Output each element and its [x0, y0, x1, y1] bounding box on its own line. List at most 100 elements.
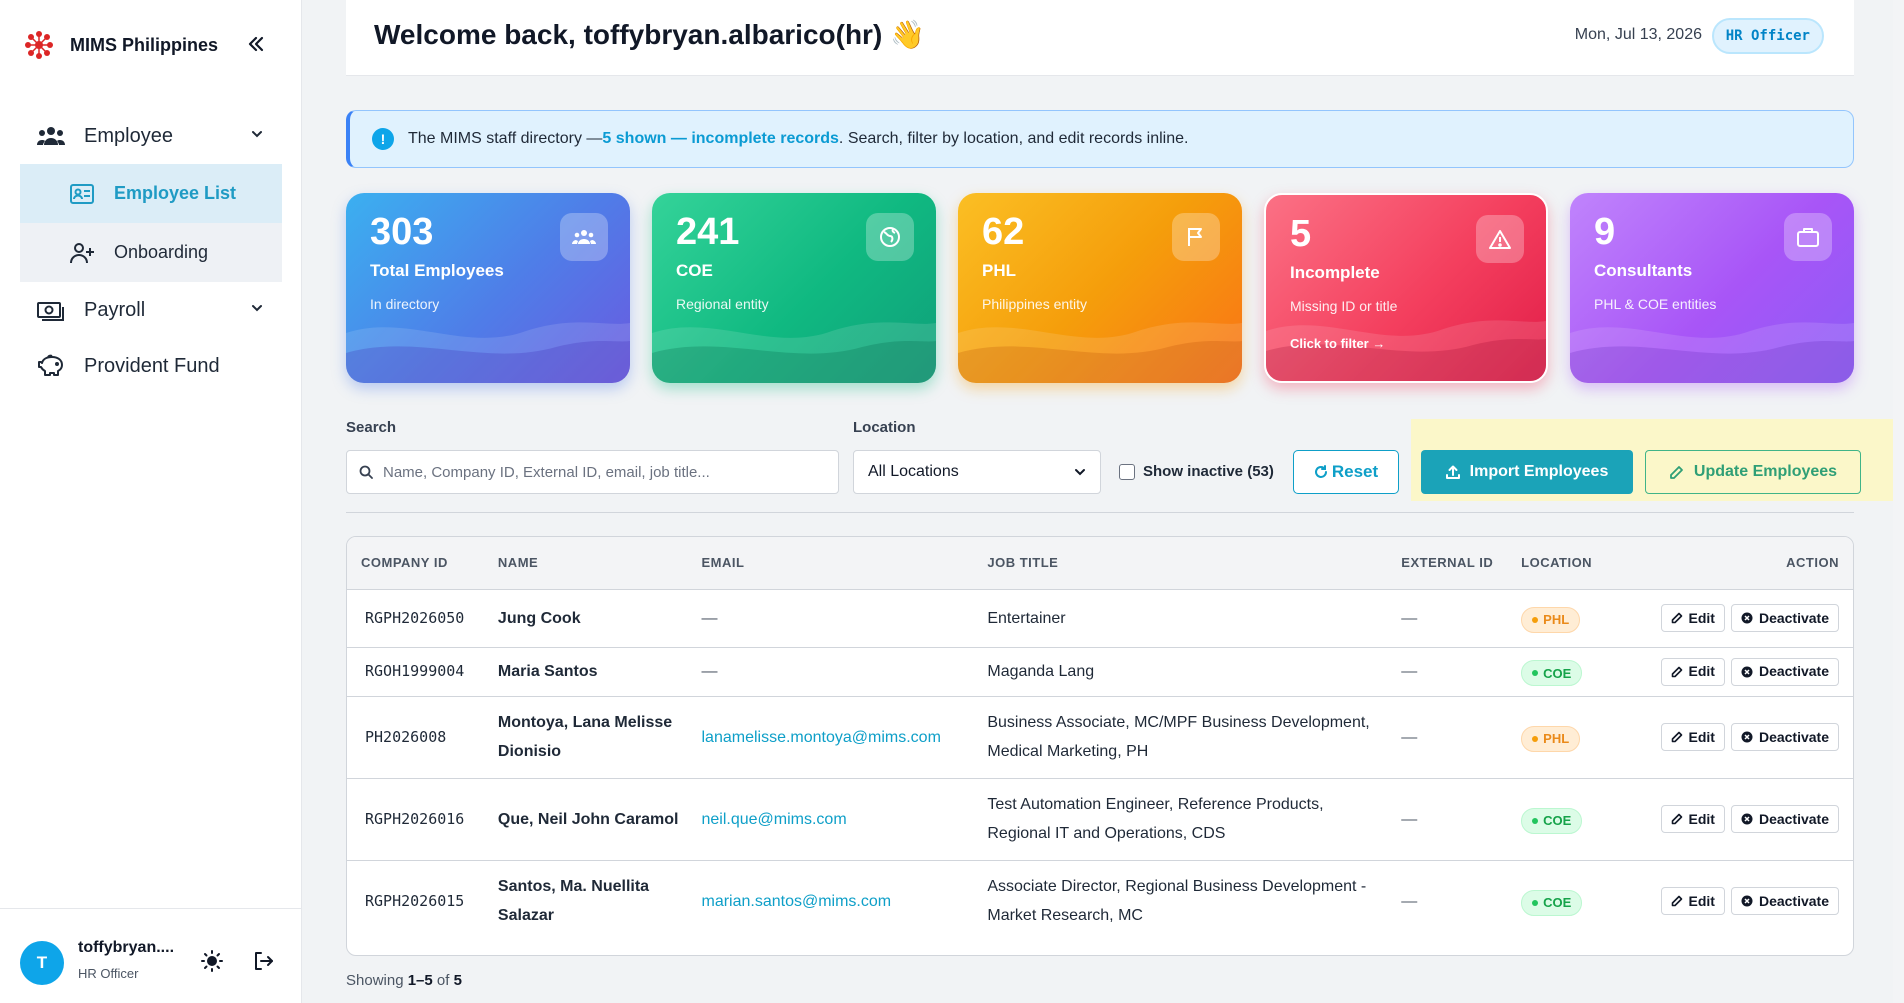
import-employees-button[interactable]: Import Employees — [1421, 450, 1633, 494]
info-banner: ! The MIMS staff directory — 5 shown — i… — [346, 110, 1854, 168]
table-row: RGPH2026016 Que, Neil John Caramol neil.… — [347, 778, 1853, 861]
email-cell[interactable]: lanamelisse.montoya@mims.com — [687, 696, 974, 779]
location-cell: PHL — [1507, 589, 1608, 648]
deactivate-button[interactable]: Deactivate — [1730, 657, 1839, 686]
status-dot — [1532, 735, 1539, 742]
logout-icon — [255, 952, 273, 970]
sidebar-item-employee-list[interactable]: Employee List — [20, 164, 282, 223]
card-title: Total Employees — [370, 261, 504, 280]
theme-toggle-button[interactable] — [197, 946, 227, 976]
name-cell: Que, Neil John Caramol — [483, 778, 688, 861]
sidebar-item-onboarding[interactable]: Onboarding — [20, 223, 282, 282]
location-badge-label: PHL — [1543, 612, 1570, 627]
sidebar-item-employee[interactable]: Employee — [20, 108, 282, 164]
card-title: COE — [676, 261, 713, 280]
action-cell: Edit Deactivate — [1607, 589, 1853, 648]
deactivate-button[interactable]: Deactivate — [1730, 723, 1839, 751]
location-cell: COE — [1507, 860, 1607, 942]
chevron-down-icon — [1075, 469, 1085, 476]
card-subtitle: Philippines entity — [982, 296, 1088, 312]
globe-icon — [866, 213, 914, 261]
chevron-down-icon — [252, 305, 262, 312]
edit-button[interactable]: Edit — [1660, 887, 1725, 916]
logout-button[interactable] — [248, 946, 278, 976]
edit-button[interactable]: Edit — [1660, 723, 1725, 751]
collapse-sidebar-button[interactable] — [242, 30, 270, 58]
reset-label: Reset — [1331, 462, 1379, 481]
pencil-icon — [1671, 666, 1682, 677]
showing-range: 1–5 — [407, 972, 433, 989]
edit-button[interactable]: Edit — [1660, 657, 1725, 686]
column-header[interactable]: NAME — [483, 537, 688, 590]
deactivate-button[interactable]: Deactivate — [1730, 887, 1839, 916]
table-row: RGOH1999004 Maria Santos — Maganda Lang … — [347, 647, 1853, 697]
deactivate-label: Deactivate — [1758, 892, 1829, 909]
show-inactive-checkbox[interactable] — [1119, 463, 1135, 480]
search-input[interactable] — [383, 463, 823, 481]
sidebar-item-provident-fund[interactable]: Provident Fund — [20, 338, 282, 394]
location-badge: PHL — [1521, 725, 1581, 752]
status-dot — [1532, 670, 1539, 676]
card-title: Consultants — [1594, 261, 1693, 280]
column-header[interactable]: LOCATION — [1507, 537, 1608, 590]
table-row: PH2026008 Montoya, Lana Melisse Dionisio… — [347, 696, 1853, 779]
card-subtitle: In directory — [370, 296, 440, 312]
edit-label: Edit — [1688, 609, 1715, 626]
stat-card-coe[interactable]: 241 COE Regional entity — [652, 193, 936, 383]
external-id-cell: — — [1401, 892, 1418, 910]
page-header: Welcome back, toffybryan.albarico(hr) 👋 … — [346, 0, 1854, 76]
pencil-icon — [1670, 465, 1683, 479]
job-title-cell: Entertainer — [973, 589, 1388, 648]
email-cell[interactable]: marian.santos@mims.com — [687, 860, 973, 942]
column-header[interactable]: JOB TITLE — [973, 537, 1388, 590]
brand[interactable]: MIMS Philippines — [22, 28, 218, 62]
x-circle-icon — [1741, 612, 1753, 624]
piggy-bank-icon — [36, 351, 66, 381]
x-circle-icon — [1741, 895, 1753, 907]
job-title-cell: Associate Director, Regional Business De… — [987, 878, 1367, 925]
showing-total: 5 — [453, 972, 462, 989]
deactivate-button[interactable]: Deactivate — [1730, 805, 1839, 833]
sidebar-item-payroll[interactable]: Payroll — [20, 282, 282, 338]
user-plus-icon — [68, 239, 96, 267]
search-icon — [359, 465, 373, 479]
update-employees-button[interactable]: Update Employees — [1645, 450, 1861, 494]
deactivate-button[interactable]: Deactivate — [1730, 604, 1839, 632]
sidebar-item-label: Onboarding — [114, 242, 209, 262]
edit-button[interactable]: Edit — [1660, 805, 1725, 833]
pencil-icon — [1671, 612, 1682, 624]
search-field[interactable] — [346, 450, 839, 494]
card-value: 303 — [370, 211, 434, 253]
pencil-icon — [1671, 895, 1682, 907]
card-subtitle: Missing ID or title — [1290, 298, 1398, 314]
card-value: 5 — [1290, 213, 1312, 255]
show-inactive-toggle[interactable]: Show inactive (53) — [1119, 463, 1274, 480]
location-badge: PHL — [1521, 606, 1581, 633]
click-to-filter-link[interactable]: Click to filter → — [1290, 336, 1385, 351]
page-scrollbar[interactable] — [1893, 0, 1904, 1003]
banner-highlight: 5 shown — incomplete records — [602, 130, 839, 147]
edit-label: Edit — [1688, 663, 1715, 679]
column-header[interactable]: EXTERNAL ID — [1387, 537, 1508, 590]
deactivate-label: Deactivate — [1758, 609, 1829, 626]
avatar[interactable]: T — [20, 941, 64, 985]
column-header[interactable]: COMPANY ID — [347, 537, 484, 590]
stat-card-incomplete[interactable]: 5 Incomplete Missing ID or title Click t… — [1264, 193, 1548, 383]
edit-label: Edit — [1688, 728, 1715, 745]
section-divider — [346, 512, 1854, 513]
search-label: Search — [346, 419, 397, 436]
email-cell: — — [687, 589, 974, 648]
stat-card-consultants[interactable]: 9 Consultants PHL & COE entities — [1570, 193, 1854, 383]
stat-card-phl[interactable]: 62 PHL Philippines entity — [958, 193, 1242, 383]
reset-button[interactable]: Reset — [1293, 450, 1399, 494]
sidebar-item-label: Employee — [84, 124, 173, 147]
email-cell[interactable]: neil.que@mims.com — [687, 778, 974, 861]
wave-decoration — [346, 322, 630, 383]
column-header[interactable]: EMAIL — [687, 537, 974, 590]
external-id-cell: — — [1387, 778, 1508, 861]
edit-label: Edit — [1688, 892, 1715, 909]
location-label: Location — [853, 419, 916, 436]
location-select[interactable]: All Locations — [853, 450, 1101, 494]
stat-card-total-employees[interactable]: 303 Total Employees In directory — [346, 193, 630, 383]
edit-button[interactable]: Edit — [1660, 604, 1725, 632]
